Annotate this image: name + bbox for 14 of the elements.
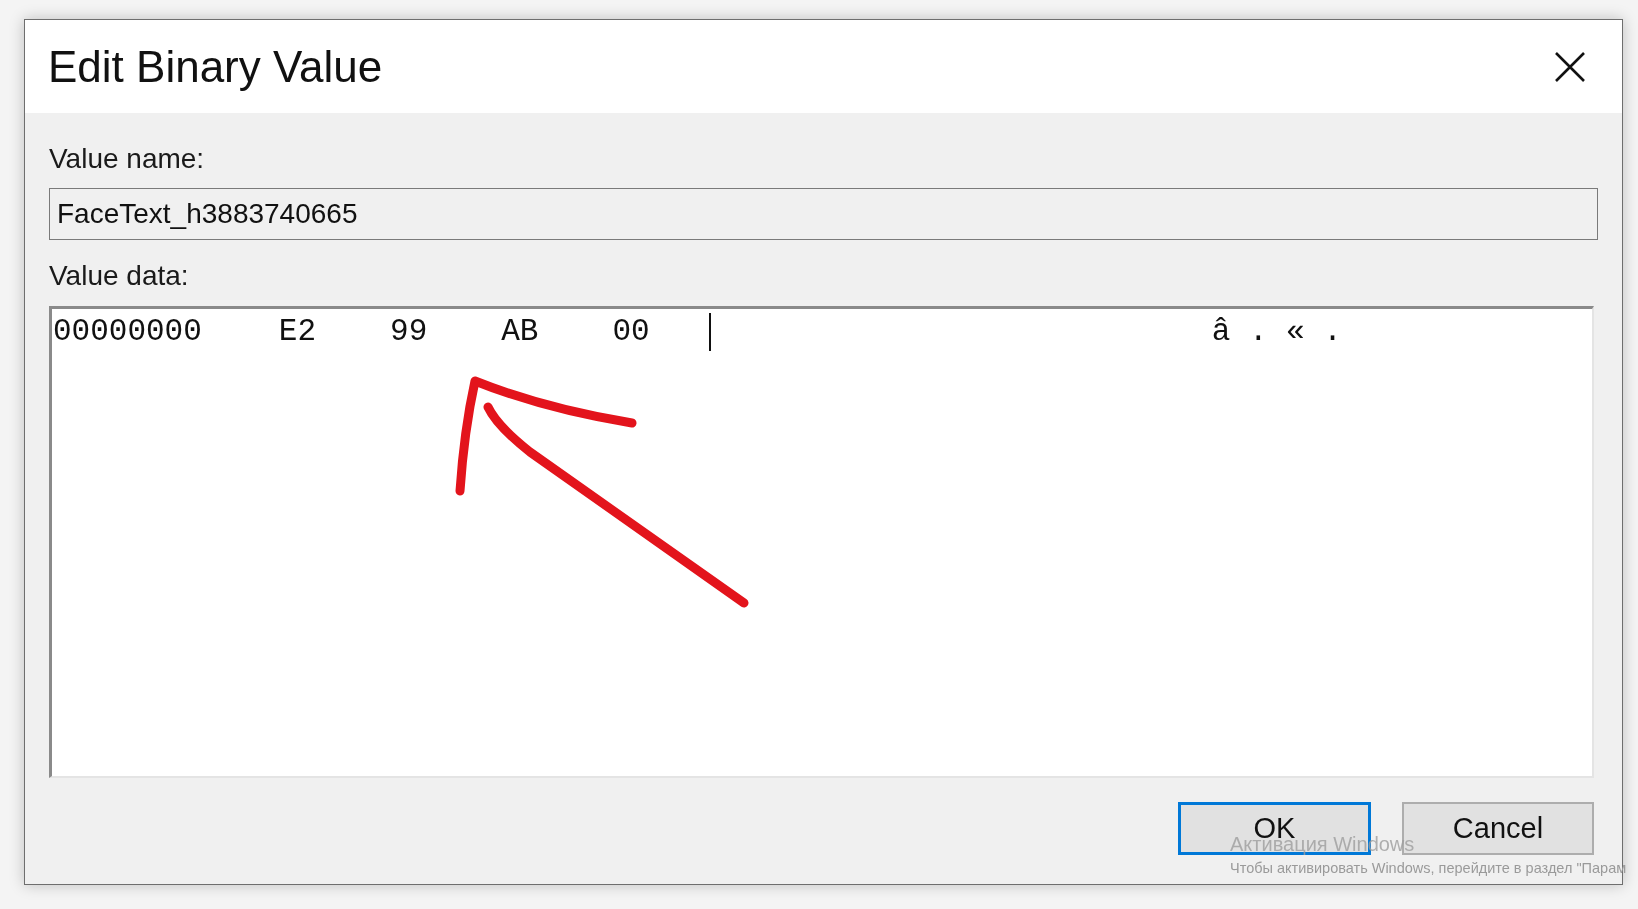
field-label: Value name: <box>49 142 205 176</box>
hex-byte: 00 <box>612 313 650 351</box>
close-button[interactable] <box>1555 51 1585 82</box>
hex-byte: E2 <box>278 313 317 351</box>
text-cursor <box>708 313 711 351</box>
hex-byte: AB <box>501 313 539 351</box>
hex-data-field[interactable]: 00000000 E2 99 AB 00 â . « . <box>49 306 1594 778</box>
hex-offset: 00000000 <box>53 313 202 351</box>
ascii-text: â . « . <box>1211 313 1342 351</box>
hex-byte: 99 <box>390 313 428 351</box>
value-name-field[interactable]: FaceText_h3883740665 <box>49 188 1598 240</box>
window-title: Edit Binary Value <box>48 40 383 93</box>
field-label: Value data: <box>49 259 189 293</box>
close-icon <box>1555 51 1585 82</box>
